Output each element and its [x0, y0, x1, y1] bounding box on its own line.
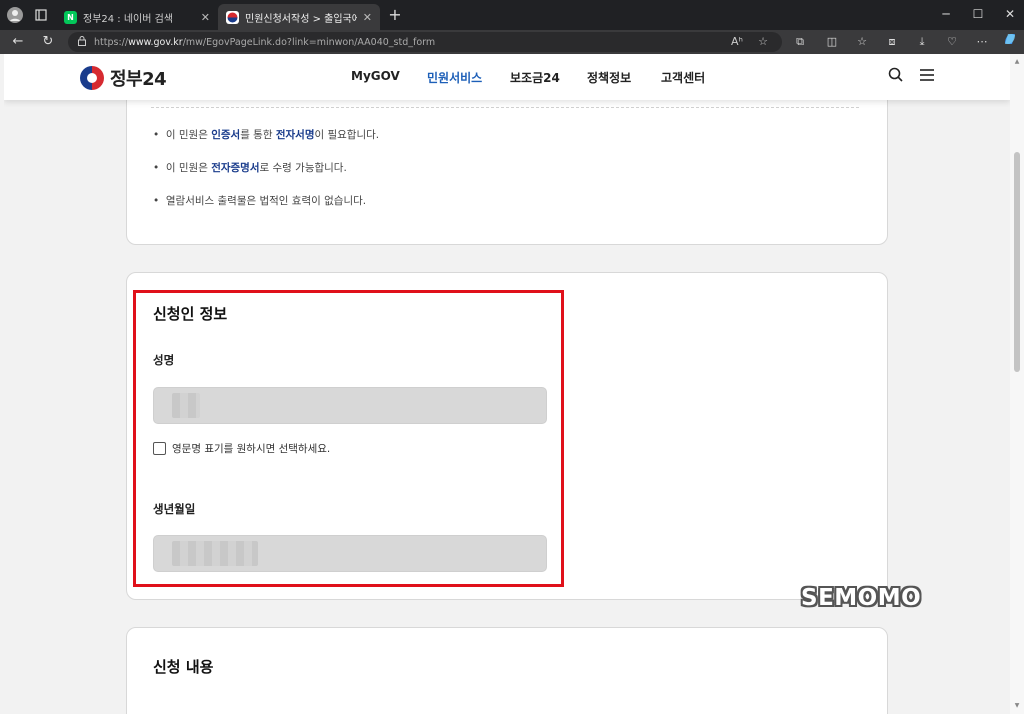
favorite-star-icon[interactable]: ☆ [754, 32, 772, 52]
browser-tab-bar: N 정부24 : 네이버 검색 ✕ 민원신청서작성 > 출입국에 관한 ✕ + … [0, 0, 1024, 30]
nav-policy-info[interactable]: 정책정보 [587, 69, 631, 86]
read-aloud-icon[interactable]: Aʰ [728, 32, 746, 52]
page-scrollbar[interactable]: ▲ ▼ [1010, 54, 1024, 714]
search-icon[interactable] [885, 67, 905, 87]
address-bar[interactable]: https://www.gov.kr/mw/EgovPageLink.do?li… [68, 32, 782, 52]
profile-icon[interactable] [6, 6, 24, 24]
more-menu-icon[interactable]: ⋯ [972, 32, 992, 52]
back-icon[interactable]: ← [8, 32, 28, 52]
notice-view-service: • 열람서비스 출력물은 법적인 효력이 없습니다. [153, 195, 367, 207]
close-tab-icon[interactable]: ✕ [363, 11, 372, 24]
tab-title: 정부24 : 네이버 검색 [83, 13, 174, 25]
site-header: 정부24 MyGOV 민원서비스 보조금24 정책정보 고객센터 [4, 54, 1010, 100]
tab-title: 민원신청서작성 > 출입국에 관한 [245, 13, 357, 25]
scroll-thumb[interactable] [1014, 152, 1020, 372]
split-screen-icon[interactable]: ◫ [822, 32, 842, 52]
close-window-icon[interactable]: ✕ [994, 4, 1024, 24]
divider [151, 107, 859, 108]
nav-subsidy24[interactable]: 보조금24 [510, 69, 560, 86]
performance-icon[interactable]: ♡ [942, 32, 962, 52]
nav-civil-service[interactable]: 민원서비스 [427, 69, 482, 86]
notice-certificate: • 이 민원은 인증서를 통한 전자서명이 필요합니다. [153, 129, 380, 141]
logo-text: 정부24 [110, 69, 167, 90]
lock-icon [78, 35, 86, 49]
close-tab-icon[interactable]: ✕ [201, 11, 210, 24]
url-text: https://www.gov.kr/mw/EgovPageLink.do?li… [94, 36, 436, 48]
minimize-icon[interactable]: ─ [930, 4, 962, 24]
favorites-icon[interactable]: ☆ [852, 32, 872, 52]
extensions-icon[interactable]: ⧉ [790, 32, 810, 52]
gov24-logo[interactable]: 정부24 [80, 65, 167, 91]
new-tab-button[interactable]: + [385, 5, 405, 25]
naver-favicon-icon: N [64, 10, 77, 24]
page-viewport: 정부24 MyGOV 민원서비스 보조금24 정책정보 고객센터 • 이 민원은… [4, 54, 1010, 714]
gov-favicon-icon [226, 10, 239, 24]
maximize-icon[interactable]: ☐ [962, 4, 994, 24]
section-title-request: 신청 내용 [153, 658, 214, 676]
tab-gov24-form[interactable]: 민원신청서작성 > 출입국에 관한 ✕ [218, 4, 380, 30]
notice-e-certificate: • 이 민원은 전자증명서로 수령 가능합니다. [153, 162, 347, 174]
semomo-watermark: SEMOMO [801, 585, 922, 611]
hamburger-menu-icon[interactable] [917, 67, 937, 87]
nav-customer-center[interactable]: 고객센터 [661, 69, 705, 86]
scroll-down-icon[interactable]: ▼ [1013, 702, 1021, 709]
highlight-annotation-box [133, 290, 564, 587]
refresh-icon[interactable]: ↻ [38, 32, 58, 52]
browser-toolbar: ← ↻ https://www.gov.kr/mw/EgovPageLink.d… [0, 30, 1024, 54]
tab-naver-search[interactable]: N 정부24 : 네이버 검색 ✕ [56, 4, 218, 30]
nav-mygov[interactable]: MyGOV [351, 69, 400, 83]
collections-icon[interactable]: ⧈ [882, 32, 902, 52]
request-content-card: 신청 내용 [126, 627, 888, 714]
taegeuk-logo-icon [80, 66, 104, 90]
tab-actions-icon[interactable] [32, 6, 50, 24]
scroll-up-icon[interactable]: ▲ [1013, 58, 1021, 65]
downloads-icon[interactable]: ⤓ [912, 32, 932, 52]
copilot-icon[interactable] [1000, 32, 1020, 52]
